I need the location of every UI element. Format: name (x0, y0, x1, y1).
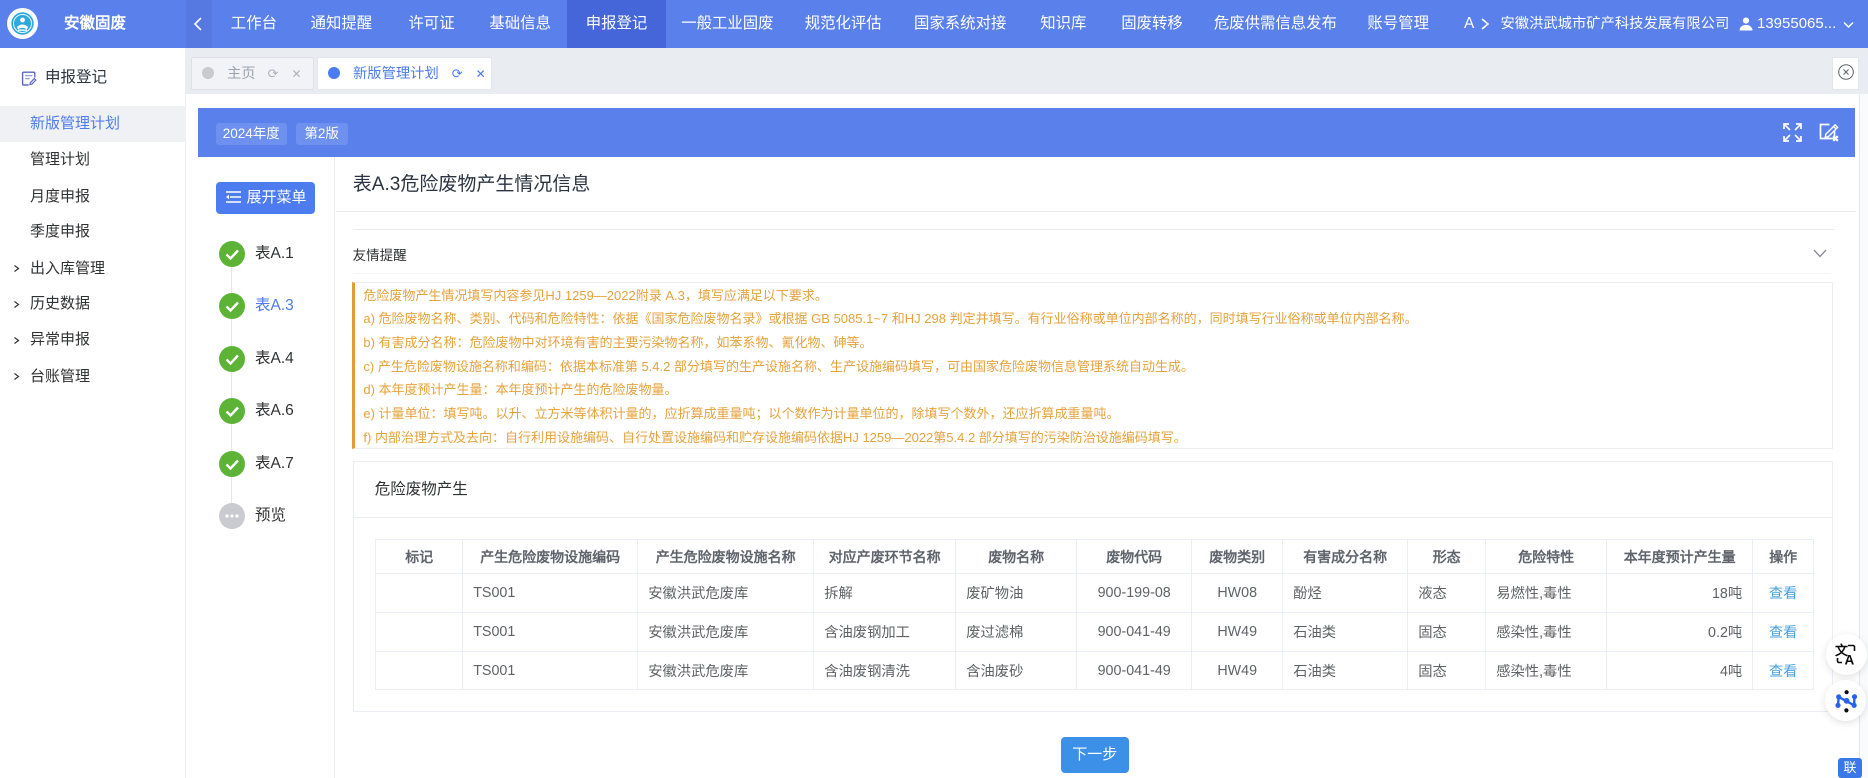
svg-text:A: A (1845, 653, 1855, 667)
